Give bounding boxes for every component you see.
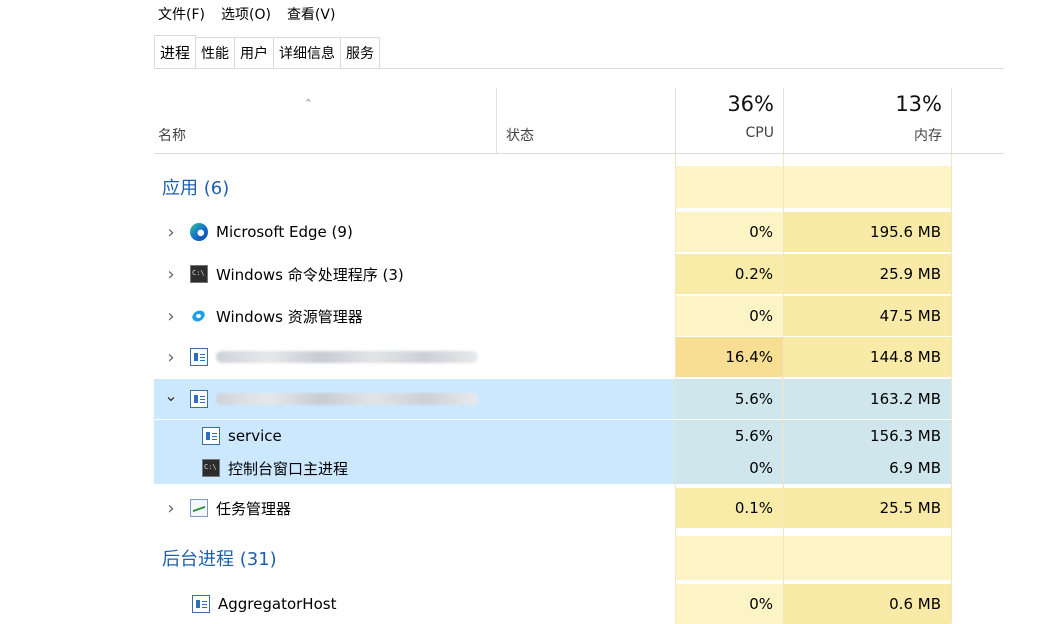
header-separator[interactable] — [675, 88, 676, 154]
memory-value: 195.6 MB — [870, 223, 941, 241]
process-row[interactable]: › 任务管理器 0.1% 25.5 MB — [154, 488, 951, 528]
cpu-value: 0% — [749, 307, 773, 325]
cpu-value: 0.2% — [734, 265, 773, 283]
cpu-value: 0% — [749, 223, 773, 241]
cpu-value: 16.4% — [725, 348, 773, 366]
chevron-right-icon[interactable]: › — [162, 264, 180, 285]
cpu-cell-bg — [675, 166, 783, 208]
process-name-cell: › Microsoft Edge (9) — [154, 212, 353, 252]
tab-services[interactable]: 服务 — [340, 37, 381, 68]
memory-cell-bg — [783, 166, 951, 208]
redacted-name — [216, 351, 478, 363]
chevron-right-icon[interactable]: › — [162, 306, 180, 327]
process-name: Windows 资源管理器 — [216, 307, 363, 326]
memory-value: 144.8 MB — [870, 348, 941, 366]
process-row[interactable]: AggregatorHost 0% 0.6 MB — [154, 584, 951, 624]
service-icon — [192, 595, 210, 613]
column-header-name[interactable]: 名称 — [158, 125, 186, 145]
task-manager-icon — [190, 499, 208, 517]
process-name-cell: › Windows 命令处理程序 (3) — [154, 254, 404, 294]
memory-cell-bg — [783, 536, 951, 580]
chevron-right-icon[interactable]: › — [162, 498, 180, 519]
header-separator[interactable] — [951, 88, 952, 154]
sort-caret-icon[interactable]: ‸ — [306, 86, 311, 102]
tab-details[interactable]: 详细信息 — [273, 37, 342, 68]
service-icon — [190, 390, 208, 408]
memory-value: 6.9 MB — [889, 459, 941, 477]
redacted-name — [216, 393, 478, 405]
column-divider — [951, 154, 952, 623]
menu-file[interactable]: 文件(F) — [150, 4, 213, 24]
column-divider — [783, 154, 784, 623]
tab-processes[interactable]: 进程 — [154, 35, 197, 68]
menu-view[interactable]: 查看(V) — [279, 4, 344, 24]
console-icon — [202, 459, 220, 477]
chevron-down-icon[interactable]: ⌄ — [162, 386, 180, 405]
memory-total-percent[interactable]: 13% — [895, 92, 942, 116]
process-row[interactable]: 控制台窗口主进程 0% 6.9 MB — [154, 452, 951, 484]
column-header-memory[interactable]: 内存 — [914, 125, 942, 145]
cpu-value: 0% — [749, 595, 773, 613]
process-name: service — [228, 427, 282, 445]
process-name-cell: service — [154, 420, 282, 452]
column-header-cpu[interactable]: CPU — [746, 125, 774, 141]
chevron-right-icon[interactable]: › — [162, 347, 180, 368]
memory-value: 0.6 MB — [889, 595, 941, 613]
chevron-right-icon[interactable]: › — [162, 222, 180, 243]
tab-bar: 进程 性能 用户 详细信息 服务 — [154, 35, 381, 68]
service-icon — [190, 348, 208, 366]
process-name-cell: › Windows 资源管理器 — [154, 296, 363, 336]
memory-value: 156.3 MB — [870, 427, 941, 445]
process-row[interactable]: › Microsoft Edge (9) 0% 195.6 MB — [154, 212, 951, 252]
process-row[interactable]: service 5.6% 156.3 MB — [154, 420, 951, 452]
memory-value: 25.5 MB — [879, 499, 941, 517]
process-name-cell: › 任务管理器 — [154, 488, 291, 528]
process-row[interactable]: ⌄ 5.6% 163.2 MB — [154, 379, 951, 419]
group-header[interactable]: 应用 (6) — [154, 166, 951, 208]
group-header[interactable]: 后台进程 (31) — [154, 536, 951, 580]
process-name-cell: ⌄ — [154, 379, 478, 419]
memory-value: 25.9 MB — [879, 265, 941, 283]
cpu-value: 0% — [749, 459, 773, 477]
tab-divider — [154, 68, 1004, 69]
header-separator[interactable] — [496, 88, 497, 154]
cpu-total-percent[interactable]: 36% — [727, 92, 774, 116]
cpu-value: 0.1% — [734, 499, 773, 517]
process-name: Microsoft Edge (9) — [216, 223, 353, 241]
menu-options[interactable]: 选项(O) — [213, 4, 279, 24]
column-header-status[interactable]: 状态 — [506, 125, 534, 145]
tab-performance[interactable]: 性能 — [195, 37, 236, 68]
tab-users[interactable]: 用户 — [234, 37, 275, 68]
group-label: 后台进程 (31) — [162, 549, 277, 570]
cpu-value: 5.6% — [734, 390, 773, 408]
process-name-cell: AggregatorHost — [182, 584, 336, 624]
process-name: AggregatorHost — [218, 595, 337, 613]
memory-value: 47.5 MB — [879, 307, 941, 325]
process-row[interactable]: › Windows 命令处理程序 (3) 0.2% 25.9 MB — [154, 254, 951, 294]
process-name-cell: › — [154, 337, 478, 377]
edge-icon — [190, 223, 208, 241]
process-row[interactable]: › 16.4% 144.8 MB — [154, 337, 951, 377]
process-name-cell: 控制台窗口主进程 — [154, 452, 348, 484]
menu-bar: 文件(F) 选项(O) 查看(V) — [150, 0, 343, 28]
service-icon — [202, 427, 220, 445]
header-separator[interactable] — [783, 88, 784, 154]
group-label: 应用 (6) — [162, 178, 230, 199]
explorer-icon — [190, 307, 208, 325]
process-row[interactable]: › Windows 资源管理器 0% 47.5 MB — [154, 296, 951, 336]
cpu-cell-bg — [675, 536, 783, 580]
process-name: 控制台窗口主进程 — [228, 459, 349, 478]
header-bottom-border — [154, 153, 1004, 154]
column-divider — [675, 154, 676, 623]
memory-value: 163.2 MB — [870, 390, 941, 408]
process-name: 任务管理器 — [216, 499, 292, 518]
cpu-value: 5.6% — [734, 427, 773, 445]
console-icon — [190, 265, 208, 283]
process-name: Windows 命令处理程序 (3) — [216, 265, 404, 284]
